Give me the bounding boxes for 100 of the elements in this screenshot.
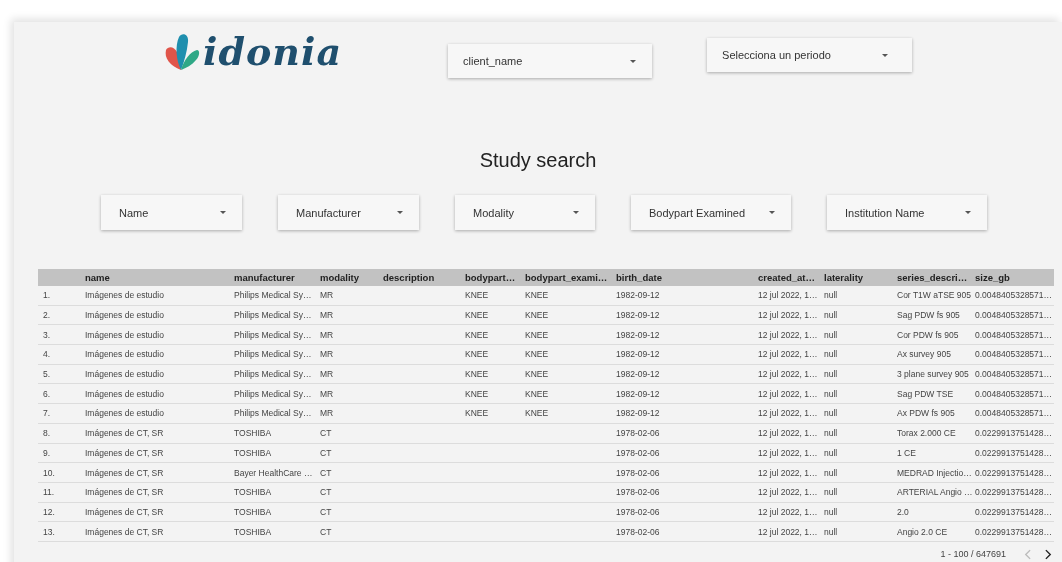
column-header[interactable]: manufacturer bbox=[229, 272, 315, 283]
table-cell: Philips Medical Sy… bbox=[234, 369, 312, 380]
table-cell: 0.0048405328571… bbox=[975, 388, 1053, 399]
period-select[interactable]: Selecciona un periodo bbox=[707, 38, 913, 72]
table-cell: 1982-09-12 bbox=[616, 408, 660, 419]
table-cell: Sag PDW TSE bbox=[897, 388, 954, 399]
logo-icon bbox=[164, 32, 200, 72]
table-cell: KNEE bbox=[465, 290, 489, 301]
table-cell: 1 CE bbox=[897, 447, 916, 458]
filter-select[interactable]: Manufacturer bbox=[278, 195, 419, 230]
table-cell: 12 jul 2022, 1… bbox=[758, 329, 818, 340]
table-cell: TOSHIBA bbox=[234, 506, 272, 517]
client-select[interactable]: client_name bbox=[448, 44, 653, 78]
row-number: 13. bbox=[42, 526, 56, 537]
table-cell: Imágenes de CT, SR bbox=[85, 487, 164, 498]
row-number: 4. bbox=[42, 349, 52, 360]
table-cell: 12 jul 2022, 1… bbox=[758, 369, 818, 380]
table-cell: 1978-02-06 bbox=[616, 526, 660, 537]
table-cell: 12 jul 2022, 1… bbox=[758, 290, 818, 301]
table-cell: Cor T1W aTSE 905 bbox=[897, 290, 971, 301]
table-cell: MEDRAD Injectio… bbox=[897, 467, 972, 478]
caret-icon bbox=[769, 211, 775, 214]
table-cell: KNEE bbox=[525, 349, 549, 360]
column-header[interactable]: laterality bbox=[819, 272, 892, 283]
table-cell: 12 jul 2022, 1… bbox=[758, 388, 818, 399]
table-cell: Philips Medical Sy… bbox=[234, 349, 312, 360]
table-cell: null bbox=[824, 487, 838, 498]
table-cell: MR bbox=[320, 388, 334, 399]
table-cell: ARTERIAL Angio … bbox=[897, 487, 973, 498]
table-cell: Imágenes de CT, SR bbox=[85, 467, 164, 478]
column-header[interactable]: birth_date bbox=[611, 272, 753, 283]
filter-select[interactable]: Bodypart Examined bbox=[631, 195, 791, 230]
table-cell: 2.0 bbox=[897, 506, 909, 517]
filter-select[interactable]: Name bbox=[101, 195, 242, 230]
table-cell: null bbox=[824, 408, 838, 419]
row-number: 11. bbox=[42, 487, 56, 498]
table-cell: 0.0048405328571… bbox=[975, 349, 1053, 360]
table-cell: CT bbox=[320, 467, 332, 478]
table-cell: CT bbox=[320, 447, 332, 458]
column-header[interactable]: bodypart… bbox=[460, 272, 520, 283]
table-cell: CT bbox=[320, 428, 332, 439]
table-cell: KNEE bbox=[525, 388, 549, 399]
table-cell: null bbox=[824, 329, 838, 340]
table-cell: TOSHIBA bbox=[234, 447, 272, 458]
caret-icon bbox=[965, 211, 971, 214]
table-cell: KNEE bbox=[465, 388, 489, 399]
filter-select[interactable]: Modality bbox=[455, 195, 595, 230]
table-cell: TOSHIBA bbox=[234, 487, 272, 498]
table-cell: 1978-02-06 bbox=[616, 447, 660, 458]
table-cell: Imágenes de CT, SR bbox=[85, 506, 164, 517]
table-cell: 12 jul 2022, 1… bbox=[758, 310, 818, 321]
filter-select[interactable]: Institution Name bbox=[827, 195, 987, 230]
caret-icon bbox=[220, 211, 226, 214]
table-cell: 12 jul 2022, 1… bbox=[758, 447, 818, 458]
table-cell: 12 jul 2022, 1… bbox=[758, 526, 818, 537]
table-cell: 0.0048405328571… bbox=[975, 329, 1053, 340]
table-cell: 1978-02-06 bbox=[616, 487, 660, 498]
column-header[interactable]: created_at… bbox=[753, 272, 819, 283]
table-cell: 12 jul 2022, 1… bbox=[758, 428, 818, 439]
table-cell: 0.0048405328571… bbox=[975, 369, 1053, 380]
table-cell: 1982-09-12 bbox=[616, 369, 660, 380]
row-number: 12. bbox=[42, 506, 56, 517]
column-header[interactable]: series_descri… bbox=[892, 272, 970, 283]
page-title: Study search bbox=[478, 148, 598, 172]
column-header[interactable]: description bbox=[378, 272, 460, 283]
table-cell: MR bbox=[320, 369, 334, 380]
table-cell: 1978-02-06 bbox=[616, 506, 660, 517]
row-number: 6. bbox=[42, 388, 52, 399]
table-cell: Philips Medical Sy… bbox=[234, 310, 312, 321]
table-cell: null bbox=[824, 310, 838, 321]
table-cell: MR bbox=[320, 408, 334, 419]
logo-text: idonia bbox=[203, 30, 343, 74]
table-cell: Ax survey 905 bbox=[897, 349, 951, 360]
table-cell: null bbox=[824, 388, 838, 399]
table-cell: Torax 2.000 CE bbox=[897, 428, 956, 439]
row-number: 7. bbox=[42, 408, 52, 419]
table-cell: null bbox=[824, 349, 838, 360]
row-number: 5. bbox=[42, 369, 52, 380]
table-cell: 0.0229913751428… bbox=[975, 487, 1053, 498]
column-header[interactable]: bodypart_exami… bbox=[520, 272, 611, 283]
table-cell: Philips Medical Sy… bbox=[234, 388, 312, 399]
table-cell: CT bbox=[320, 506, 332, 517]
table-cell: Cor PDW fs 905 bbox=[897, 329, 959, 340]
table-cell: KNEE bbox=[525, 408, 549, 419]
column-header[interactable]: size_gb bbox=[970, 272, 1054, 283]
table-cell: 1982-09-12 bbox=[616, 329, 660, 340]
table-cell: Ax PDW fs 905 bbox=[897, 408, 955, 419]
caret-icon bbox=[397, 211, 403, 214]
column-header[interactable]: modality bbox=[315, 272, 378, 283]
table-cell: 12 jul 2022, 1… bbox=[758, 506, 818, 517]
table-cell: null bbox=[824, 467, 838, 478]
table-cell: KNEE bbox=[525, 290, 549, 301]
table-cell: Imágenes de estudio bbox=[85, 349, 164, 360]
table-cell: null bbox=[824, 290, 838, 301]
row-number: 2. bbox=[42, 310, 52, 321]
table-cell: 1978-02-06 bbox=[616, 428, 660, 439]
table-cell: KNEE bbox=[465, 408, 489, 419]
table-cell: Imágenes de estudio bbox=[85, 388, 164, 399]
column-header[interactable]: name bbox=[80, 272, 229, 283]
table-cell: Philips Medical Sy… bbox=[234, 408, 312, 419]
